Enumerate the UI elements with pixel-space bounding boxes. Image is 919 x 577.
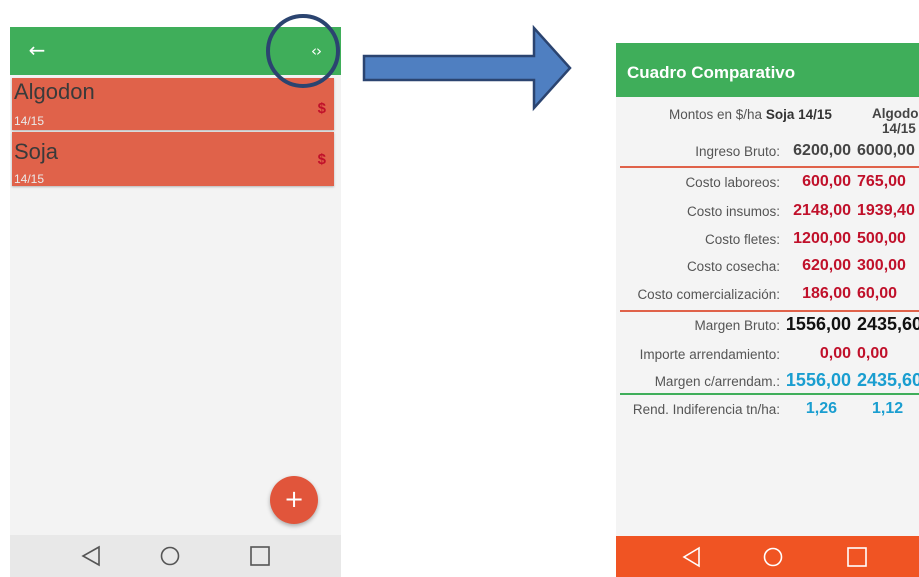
row-value-col2: 765,00: [857, 173, 906, 190]
right-arrow-icon: [362, 24, 572, 112]
row-value-col2: 1,12: [872, 400, 904, 417]
comparison-row: Costo cosecha: 620,00 300,00: [616, 255, 919, 279]
recents-square-icon[interactable]: [843, 545, 871, 569]
row-value-col2: 6000,00: [857, 142, 915, 159]
row-value-col1: 1556,00: [785, 370, 851, 390]
header-col2: Algodon 14/15: [872, 106, 919, 136]
row-value-col1: 0,00: [819, 345, 851, 362]
row-value-col1: 1200,00: [793, 230, 851, 247]
row-label: Ingreso Bruto:: [695, 144, 780, 159]
row-label: Margen c/arrendam.:: [654, 374, 780, 389]
section-divider: [620, 166, 919, 168]
row-value-col1: 186,00: [802, 285, 851, 302]
comparison-row: Ingreso Bruto: 6200,00 6000,00: [616, 140, 919, 164]
section-divider: [620, 393, 919, 395]
home-circle-icon[interactable]: [759, 545, 787, 569]
row-label: Costo laboreos:: [685, 175, 780, 190]
row-value-col2: 2435,60: [857, 370, 919, 390]
row-label: Costo fletes:: [704, 232, 780, 247]
dollar-icon[interactable]: $: [318, 151, 326, 168]
highlight-circle: [266, 14, 340, 88]
table-header-label: Montos en $/ha Soja 14/15: [669, 107, 832, 122]
row-value-col2: 500,00: [857, 230, 906, 247]
comparison-row: Costo fletes: 1200,00 500,00: [616, 228, 919, 252]
row-value-col2: 300,00: [857, 257, 906, 274]
home-circle-icon[interactable]: [156, 544, 184, 568]
row-label: Costo cosecha:: [686, 259, 780, 274]
comparison-row: Importe arrendamiento: 0,00 0,00: [616, 343, 919, 367]
row-label: Importe arrendamiento:: [639, 347, 780, 362]
header-col1: Soja 14/15: [765, 107, 832, 122]
row-value-col2: 60,00: [857, 285, 898, 302]
right-phone-screen: Cuadro Comparativo Montos en $/ha Soja 1…: [616, 43, 919, 577]
recents-square-icon[interactable]: [246, 544, 274, 568]
left-nav-bar: [10, 535, 341, 577]
row-label: Rend. Indiferencia tn/ha:: [632, 402, 780, 417]
header-col2-line2: 14/15: [882, 121, 916, 136]
list-item-title: Soja: [14, 139, 59, 164]
add-fab-button[interactable]: +: [270, 476, 318, 524]
right-app-bar: Cuadro Comparativo: [616, 43, 919, 97]
dollar-icon[interactable]: $: [318, 100, 326, 117]
row-label: Costo comercialización:: [637, 287, 780, 302]
row-value-col1: 600,00: [802, 173, 851, 190]
header-col2-line1: Algodon: [872, 106, 919, 121]
row-value-col1: 1556,00: [785, 314, 851, 334]
comparison-row: Rend. Indiferencia tn/ha: 1,26 1,12: [616, 398, 919, 422]
row-value-col2: 0,00: [857, 345, 889, 362]
left-phone-screen: ← ‹› Algodon 14/15 $ Soja 14/15 $ +: [10, 27, 341, 577]
list-item-soja[interactable]: Soja 14/15 $: [12, 132, 334, 186]
page-title: Cuadro Comparativo: [627, 63, 796, 82]
header-prefix: Montos en $/ha: [669, 107, 763, 122]
row-label: Margen Bruto:: [694, 318, 780, 333]
back-triangle-icon[interactable]: [77, 544, 105, 568]
comparison-row: Costo laboreos: 600,00 765,00: [616, 171, 919, 195]
row-value-col1: 2148,00: [793, 202, 851, 219]
comparison-row: Margen Bruto: 1556,00 2435,60: [616, 314, 919, 338]
section-divider: [620, 310, 919, 312]
list-item-algodon[interactable]: Algodon 14/15 $: [12, 78, 334, 130]
back-arrow-icon[interactable]: ←: [24, 37, 50, 63]
list-item-subtitle: 14/15: [14, 114, 45, 128]
row-value-col1: 1,26: [805, 400, 837, 417]
comparison-row: Margen c/arrendam.: 1556,00 2435,60: [616, 370, 919, 394]
row-label: Costo insumos:: [686, 204, 780, 219]
comparison-row: Costo insumos: 2148,00 1939,40: [616, 200, 919, 224]
row-value-col1: 6200,00: [793, 142, 851, 159]
comparison-row: Costo comercialización: 186,00 60,00: [616, 283, 919, 307]
list-item-subtitle: 14/15: [14, 172, 45, 186]
row-value-col1: 620,00: [802, 257, 851, 274]
right-nav-bar: [616, 536, 919, 577]
list-item-title: Algodon: [14, 79, 95, 104]
back-triangle-icon[interactable]: [678, 545, 706, 569]
row-value-col2: 1939,40: [857, 202, 915, 219]
row-value-col2: 2435,60: [857, 314, 919, 334]
